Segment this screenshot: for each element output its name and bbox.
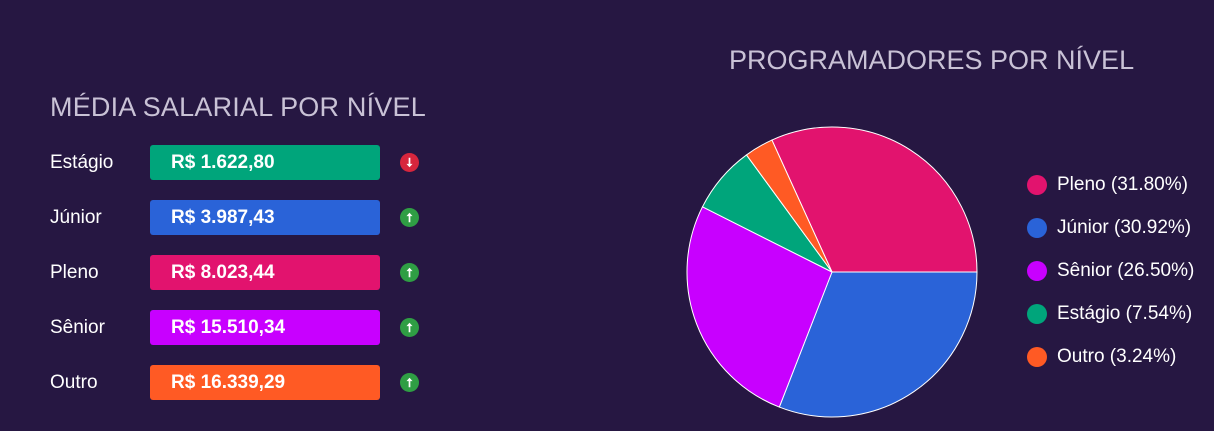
salary-row: Sênior R$ 15.510,34 — [50, 310, 430, 345]
legend-swatch — [1027, 304, 1047, 324]
legend-swatch — [1027, 218, 1047, 238]
salary-row: Júnior R$ 3.987,43 — [50, 200, 430, 235]
level-label: Júnior — [50, 207, 102, 228]
legend-label: Estágio (7.54%) — [1057, 303, 1193, 324]
arrow-up-icon — [400, 208, 419, 227]
arrow-down-icon — [400, 153, 419, 172]
legend-label: Sênior (26.50%) — [1057, 260, 1195, 281]
salary-row: Estágio R$ 1.622,80 — [50, 145, 430, 180]
legend-swatch — [1027, 175, 1047, 195]
level-label: Estágio — [50, 152, 114, 173]
arrow-up-icon — [400, 318, 419, 337]
salary-value-badge: R$ 15.510,34 — [150, 310, 380, 345]
salary-panel-title: MÉDIA SALARIAL POR NÍVEL — [50, 92, 426, 122]
level-label: Sênior — [50, 317, 105, 338]
salary-value-badge: R$ 3.987,43 — [150, 200, 380, 235]
salary-row: Outro R$ 16.339,29 — [50, 365, 430, 400]
arrow-up-icon — [400, 263, 419, 282]
arrow-up-icon — [400, 373, 419, 392]
pie-chart-title: PROGRAMADORES POR NÍVEL — [729, 45, 1135, 75]
legend-swatch — [1027, 347, 1047, 367]
salary-value-badge: R$ 1.622,80 — [150, 145, 380, 180]
salary-row: Pleno R$ 8.023,44 — [50, 255, 430, 290]
pie-chart — [686, 126, 978, 418]
salary-value-badge: R$ 8.023,44 — [150, 255, 380, 290]
level-label: Outro — [50, 372, 98, 393]
salary-value-badge: R$ 16.339,29 — [150, 365, 380, 400]
legend-label: Júnior (30.92%) — [1057, 217, 1192, 238]
legend-label: Pleno (31.80%) — [1057, 174, 1188, 195]
legend-swatch — [1027, 261, 1047, 281]
legend-label: Outro (3.24%) — [1057, 346, 1177, 367]
level-label: Pleno — [50, 262, 99, 283]
